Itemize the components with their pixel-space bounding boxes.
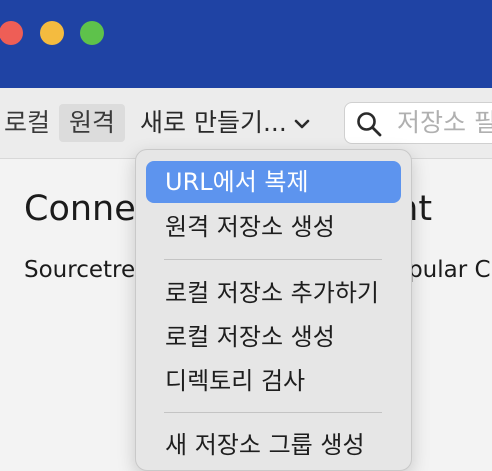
chevron-down-icon xyxy=(294,119,310,129)
menu-item-add-local-repository[interactable]: 로컬 저장소 추가하기 xyxy=(146,272,401,314)
page-description: Sourcetre opular C xyxy=(24,257,491,283)
menu-separator xyxy=(164,259,382,260)
new-menu-label: 새로 만들기... xyxy=(140,108,287,137)
new-repository-menu-button[interactable]: 새로 만들기... xyxy=(140,104,313,142)
menu-item-create-repository-group[interactable]: 새 저장소 그룹 생성 xyxy=(146,424,401,466)
minimize-window-button[interactable] xyxy=(40,21,64,45)
menu-item-clone-from-url[interactable]: URL에서 복제 xyxy=(146,161,401,203)
search-icon xyxy=(357,112,382,137)
search-placeholder: 저장소 필 xyxy=(397,108,492,137)
search-field[interactable]: 저장소 필 xyxy=(344,102,492,144)
menu-item-create-local-repository[interactable]: 로컬 저장소 생성 xyxy=(146,316,401,358)
new-repository-dropdown-menu: URL에서 복제 원격 저장소 생성 로컬 저장소 추가하기 로컬 저장소 생성… xyxy=(135,149,412,471)
description-start: Sourcetre xyxy=(24,257,136,283)
window-titlebar xyxy=(0,0,492,88)
menu-item-create-remote-repository[interactable]: 원격 저장소 생성 xyxy=(146,206,401,248)
menu-item-scan-directory[interactable]: 디렉토리 검사 xyxy=(146,360,401,402)
tab-local[interactable]: 로컬 xyxy=(0,104,56,142)
zoom-window-button[interactable] xyxy=(80,21,104,45)
tab-remote[interactable]: 원격 xyxy=(59,104,125,142)
menu-separator xyxy=(164,412,382,413)
close-window-button[interactable] xyxy=(0,21,23,45)
